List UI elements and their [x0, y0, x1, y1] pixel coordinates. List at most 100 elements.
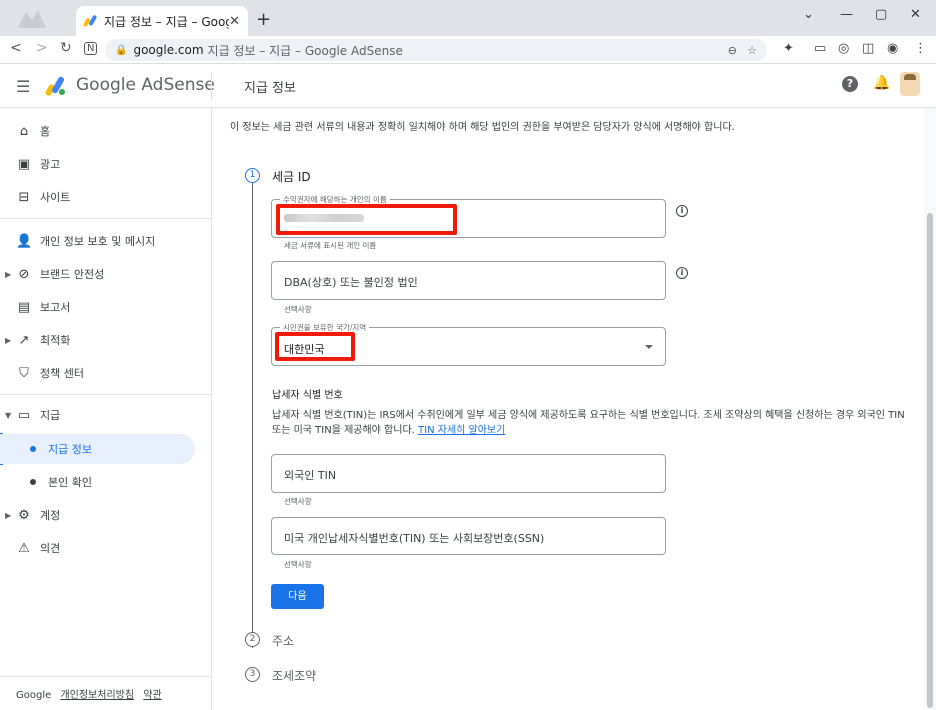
url-rest: 지급 정보 – 지급 – Google AdSense: [207, 43, 403, 58]
notifications-bell-icon[interactable]: 🔔: [873, 75, 890, 91]
close-tab-icon[interactable]: ✕: [229, 14, 240, 29]
close-window-icon[interactable]: ✕: [910, 7, 921, 22]
expand-arrow-icon: ▶: [5, 269, 12, 279]
lock-icon: 🔒: [115, 44, 128, 56]
step-3-title[interactable]: 조세조약: [272, 667, 316, 684]
us-tin-placeholder: 미국 개인납세자식별번호(TIN) 또는 사회보장번호(SSN): [284, 532, 545, 545]
hamburger-menu-icon[interactable]: ☰: [16, 77, 30, 96]
page-title: 지급 정보: [244, 81, 296, 96]
sidebar-item-brand-safety[interactable]: ▶ ⊘ 브랜드 안전성: [0, 259, 212, 289]
tab-title: 지급 정보 – 지급 – Google AdSense: [104, 14, 229, 29]
sidebar-item-privacy[interactable]: 👤 개인 정보 보호 및 메시지: [0, 226, 212, 256]
browser-profile-icon[interactable]: [12, 6, 52, 32]
collapse-arrow-icon: ▼: [5, 410, 12, 420]
tab-strip: 지급 정보 – 지급 – Google AdSense ✕ + ⌄ — ▢ ✕: [0, 0, 936, 36]
tab-adsense[interactable]: 지급 정보 – 지급 – Google AdSense ✕: [76, 6, 248, 36]
menu-kebab-icon[interactable]: ⋮: [914, 41, 927, 56]
app-header: ☰ Google AdSense 지급 정보 ? 🔔: [0, 64, 936, 108]
dba-field-placeholder: DBA(상호) 또는 불인정 법인: [284, 276, 418, 289]
sidebar-footer-divider: [0, 676, 212, 677]
scrollbar[interactable]: [924, 108, 936, 710]
bullet-icon: [30, 446, 36, 452]
sidebar-item-ads[interactable]: ▣ 광고: [0, 149, 212, 179]
shield-icon: ⛉: [19, 365, 29, 381]
url-host: google.com: [133, 43, 204, 57]
sidebar-divider: [0, 394, 212, 395]
reload-icon[interactable]: ↻: [60, 40, 72, 56]
tab-search-icon[interactable]: ⌄: [803, 7, 814, 22]
step-3-marker: 3: [245, 667, 260, 682]
trending-icon: ↗: [18, 332, 30, 348]
step-1-title: 세금 ID: [272, 170, 311, 184]
info-icon[interactable]: i: [676, 267, 688, 279]
dba-field[interactable]: DBA(상호) 또는 불인정 법인: [271, 261, 666, 300]
sidepanel-icon[interactable]: ◫: [862, 41, 874, 56]
sidebar-divider: [0, 218, 212, 219]
zoom-icon[interactable]: ⊖: [728, 44, 737, 57]
next-button[interactable]: 다음: [271, 584, 324, 609]
tin-section-title: 납세자 식별 번호: [272, 390, 343, 401]
dba-field-hint: 선택사항: [284, 305, 312, 314]
back-icon[interactable]: <: [10, 40, 22, 56]
foreign-tin-placeholder: 외국인 TIN: [284, 469, 337, 482]
privacy-link[interactable]: 개인정보처리방침: [60, 690, 134, 701]
step-2-marker: 2: [245, 632, 260, 647]
privacy-icon: 👤: [16, 233, 33, 249]
header-divider: [211, 72, 212, 100]
terms-link[interactable]: 약관: [143, 690, 161, 701]
main-content: 이 정보는 세금 관련 서류의 내용과 정확히 일치해야 하며 해당 법인의 권…: [212, 108, 924, 710]
brand-name: Google AdSense: [76, 75, 215, 95]
us-tin-field[interactable]: 미국 개인납세자식별번호(TIN) 또는 사회보장번호(SSN): [271, 517, 666, 555]
info-icon[interactable]: i: [676, 205, 688, 217]
block-icon: ⊘: [18, 266, 30, 282]
bullet-icon: [30, 479, 36, 485]
foreign-tin-field[interactable]: 외국인 TIN: [271, 454, 666, 493]
help-icon[interactable]: ?: [842, 76, 858, 92]
tin-learn-more-link[interactable]: TIN 자세히 알아보기: [418, 425, 505, 436]
extensions-icon[interactable]: ✦: [783, 41, 794, 56]
sidebar-item-verification[interactable]: 본인 확인: [0, 467, 212, 497]
step-2-title[interactable]: 주소: [272, 632, 294, 649]
sidebar-item-home[interactable]: ⌂ 홈: [0, 116, 212, 146]
toolbar: < > ↻ N 🔒 google.com 지급 정보 – 지급 – Google…: [0, 36, 936, 64]
reader-icon[interactable]: N: [84, 42, 98, 55]
adsense-favicon: [83, 14, 98, 28]
sidebar-footer: Google 개인정보처리방침 약관: [16, 686, 162, 701]
lens-icon[interactable]: ◎: [838, 41, 849, 56]
gear-icon: ⚙: [18, 507, 30, 523]
foreign-tin-hint: 선택사항: [284, 497, 312, 506]
new-tab-icon[interactable]: +: [256, 9, 271, 30]
home-icon: ⌂: [19, 123, 29, 139]
forward-icon[interactable]: >: [36, 40, 48, 56]
reports-icon: ▤: [17, 299, 31, 315]
notice-text: 이 정보는 세금 관련 서류의 내용과 정확히 일치해야 하며 해당 법인의 권…: [230, 122, 735, 133]
sidebar-item-payments[interactable]: ▼ ▭ 지급: [0, 400, 212, 430]
scrollbar-thumb[interactable]: [927, 213, 933, 708]
bookmark-star-icon[interactable]: ☆: [747, 44, 757, 57]
name-field-hint: 세금 서류에 표시된 개인 이름: [284, 241, 377, 250]
tin-description: 납세자 식별 번호(TIN)는 IRS에서 수취인에게 일부 세금 양식에 제공…: [272, 408, 912, 438]
chevron-down-icon: [645, 345, 653, 349]
minimize-icon[interactable]: —: [840, 7, 853, 22]
browser-window: 지급 정보 – 지급 – Google AdSense ✕ + ⌄ — ▢ ✕ …: [0, 0, 936, 710]
account-icon[interactable]: ◉: [887, 41, 898, 56]
maximize-icon[interactable]: ▢: [875, 7, 887, 22]
sidebar-item-account[interactable]: ▶ ⚙ 계정: [0, 500, 212, 530]
us-tin-hint: 선택사항: [284, 560, 312, 569]
expand-arrow-icon: ▶: [5, 510, 12, 520]
sidebar-item-payment-info[interactable]: 지급 정보: [0, 434, 195, 464]
sidebar-item-optimization[interactable]: ▶ ↗ 최적화: [0, 325, 212, 355]
stepper-line: [252, 178, 253, 648]
sidebar-item-sites[interactable]: ⊟ 사이트: [0, 182, 212, 212]
ads-icon: ▣: [17, 156, 31, 172]
adsense-logo: [45, 76, 65, 96]
media-icon[interactable]: ▭: [814, 41, 826, 56]
sidebar-item-reports[interactable]: ▤ 보고서: [0, 292, 212, 322]
highlight-box-country: [275, 332, 355, 361]
sites-icon: ⊟: [18, 189, 30, 205]
address-bar[interactable]: 🔒 google.com 지급 정보 – 지급 – Google AdSense…: [105, 39, 767, 61]
payments-icon: ▭: [17, 407, 31, 423]
sidebar-item-policy-center[interactable]: ⛉ 정책 센터: [0, 358, 212, 388]
avatar[interactable]: [900, 72, 920, 96]
sidebar-item-feedback[interactable]: ⚠ 의견: [0, 533, 212, 563]
